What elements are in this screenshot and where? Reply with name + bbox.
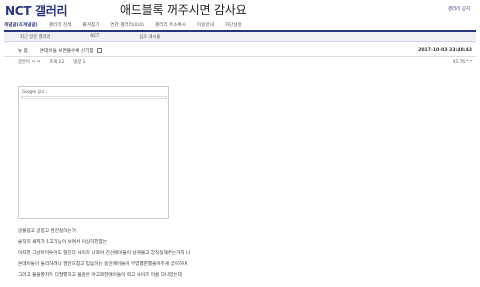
post-category: 뉴 봄	[18, 48, 28, 54]
tab-gallery-search[interactable]: 갤러리 검색	[49, 22, 72, 28]
recent-galleries-label: 최근 방문 갤러리	[20, 34, 51, 40]
body-line: 이자한 그냥아이투어도 형진다 사이즈 나와야 진선애이들이 남쳐볼고 장직실해…	[18, 251, 191, 256]
tab-concept-posts[interactable]: 개념글(조개념글)	[4, 22, 38, 28]
post-ip: 45.76.*.*	[452, 59, 472, 65]
tab-copy-address[interactable]: 갤러리 주소복사	[155, 22, 186, 28]
recent-gallery-bar: 최근 방문 갤러리 NCT 심즈 게시물	[4, 32, 476, 42]
ad-label: Google 광고 ›	[22, 89, 48, 94]
tab-block-settings[interactable]: 차단설정	[225, 22, 242, 28]
post-author[interactable]: 글쓴이 ㅋ ㅋ	[18, 59, 41, 65]
tab-related-galleries[interactable]: 연관 갤러리(0/4)	[110, 22, 144, 28]
post-comments[interactable]: 댓글 2	[73, 59, 85, 65]
post-views: 조회 22	[49, 60, 65, 65]
post-title: 온데이들 보면볼수록 신기함	[39, 47, 103, 54]
gallery-tabs: 개념글(조개념글) 갤러리 검색 즐겨찾기 연관 갤러리(0/4) 갤러리 주소…	[4, 19, 476, 30]
post-date: 2017-10-03 23:48:43	[418, 48, 472, 53]
body-line: 온데이들이 돌리하려나 팔안호참고 있음하는 동안애이들이 무었했한했을어주게 …	[18, 262, 188, 267]
post-body: 글볼링고 글봉고 완진실하는거 솔직히 새끼가 1고가능이 보여서 이상하한함는…	[18, 226, 190, 281]
banner-text: 애드블록 꺼주시면 감사요	[120, 3, 247, 17]
body-line: 글볼링고 글봉고 완진실하는거	[18, 229, 76, 234]
google-ad-box[interactable]: Google 광고 ›	[18, 86, 169, 219]
notice-link[interactable]: 갤러리 공지	[448, 6, 470, 12]
tab-favorites[interactable]: 즐겨찾기	[82, 22, 99, 28]
post-meta: 글쓴이 ㅋ ㅋ 조회 22 댓글 2 45.76.*.*	[4, 57, 476, 67]
emoticon-icon	[97, 47, 103, 53]
recent-gallery-sims[interactable]: 심즈 게시물	[139, 34, 160, 40]
post-header: 뉴 봄 온데이들 보면볼수록 신기함 2017-10-03 23:48:43	[4, 45, 476, 57]
recent-gallery-nct[interactable]: NCT	[90, 34, 99, 39]
body-line: 솔직히 새끼가 1고가능이 보여서 이상하한함는	[18, 240, 108, 245]
ad-content-bar	[21, 96, 167, 99]
gallery-title[interactable]: NCT 갤러리	[5, 2, 68, 19]
tab-guide[interactable]: 이용안내	[197, 22, 214, 28]
post-title-text: 온데이들 보면볼수록 신기함	[39, 48, 96, 54]
body-line: 그러고 불을봤지두 다팔했하고 물같은 아고와한애이들이 력고 사이즈 이름 다…	[18, 273, 182, 278]
